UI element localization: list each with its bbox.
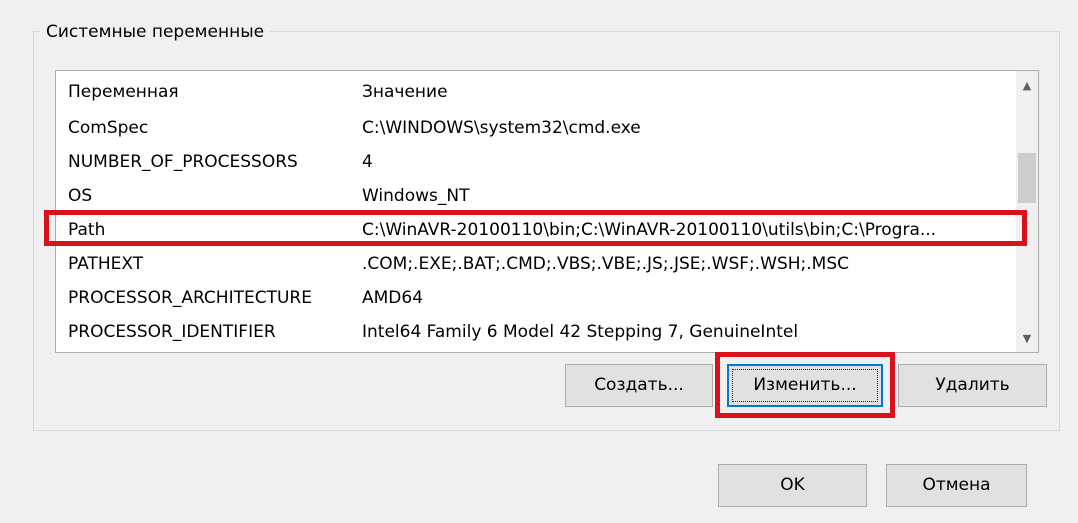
column-header-variable[interactable]: Переменная (68, 79, 358, 105)
variable-name: PROCESSOR_IDENTIFIER (68, 322, 276, 342)
variable-value: C:\WINDOWS\system32\cmd.exe (362, 118, 641, 138)
variable-name: PATHEXT (68, 254, 144, 274)
list-row-path[interactable]: Path C:\WinAVR-20100110\bin;C:\WinAVR-20… (56, 217, 1018, 243)
ok-button[interactable]: OK (718, 464, 867, 507)
list-row-comspec[interactable]: ComSpec C:\WINDOWS\system32\cmd.exe (56, 115, 1018, 141)
system-variables-list[interactable]: Переменная Значение ComSpec C:\WINDOWS\s… (55, 70, 1039, 353)
focus-rectangle (732, 369, 878, 402)
edit-button[interactable]: Изменить... (727, 364, 883, 407)
variable-name: Path (68, 220, 106, 240)
list-row-pathext[interactable]: PATHEXT .COM;.EXE;.BAT;.CMD;.VBS;.VBE;.J… (56, 251, 1018, 277)
scrollbar-thumb[interactable] (1018, 153, 1036, 203)
variable-value: Windows_NT (362, 186, 470, 206)
variable-name: PROCESSOR_ARCHITECTURE (68, 288, 312, 308)
chevron-down-icon[interactable]: ▼ (1016, 328, 1038, 350)
list-row-processor-architecture[interactable]: PROCESSOR_ARCHITECTURE AMD64 (56, 285, 1018, 311)
chevron-up-icon[interactable]: ▲ (1016, 75, 1038, 97)
variable-value: AMD64 (362, 288, 424, 308)
variable-value: 4 (362, 152, 373, 172)
variable-value: C:\WinAVR-20100110\bin;C:\WinAVR-2010011… (362, 220, 937, 240)
group-title: Системные переменные (40, 21, 271, 43)
cancel-button[interactable]: Отмена (886, 464, 1027, 507)
delete-button[interactable]: Удалить (898, 364, 1047, 407)
variable-name: ComSpec (68, 118, 149, 138)
list-row-number-of-processors[interactable]: NUMBER_OF_PROCESSORS 4 (56, 149, 1018, 175)
list-row-processor-identifier[interactable]: PROCESSOR_IDENTIFIER Intel64 Family 6 Mo… (56, 319, 1018, 345)
create-button[interactable]: Создать... (565, 364, 713, 407)
variable-value: Intel64 Family 6 Model 42 Stepping 7, Ge… (362, 322, 799, 342)
list-header: Переменная Значение (56, 79, 1018, 105)
variable-value: .COM;.EXE;.BAT;.CMD;.VBS;.VBE;.JS;.JSE;.… (362, 254, 850, 274)
variable-name: OS (68, 186, 93, 206)
list-row-os[interactable]: OS Windows_NT (56, 183, 1018, 209)
column-header-value[interactable]: Значение (362, 79, 1012, 105)
variable-name: NUMBER_OF_PROCESSORS (68, 152, 298, 172)
vertical-scrollbar[interactable]: ▲ ▼ (1016, 71, 1038, 352)
